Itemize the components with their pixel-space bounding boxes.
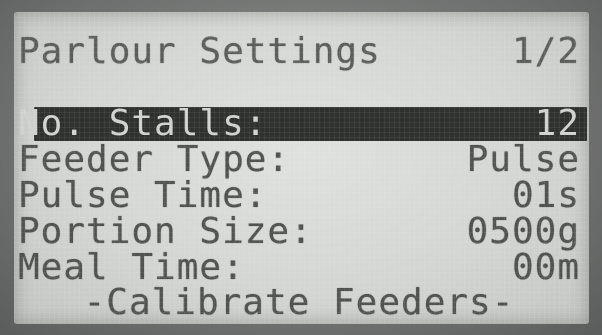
screen-title: Parlour Settings	[18, 31, 381, 72]
setting-row-pulse-time[interactable]: Pulse Time: 01s	[18, 177, 580, 215]
setting-label: Pulse Time:	[18, 175, 268, 216]
setting-value: 01s	[511, 175, 580, 216]
setting-label: Feeder Type:	[18, 139, 291, 180]
setting-value: Pulse	[466, 139, 580, 180]
setting-label: Portion Size:	[18, 211, 313, 252]
setting-row-no-stalls[interactable]: No. Stalls: 12	[18, 105, 580, 143]
setting-label: No. Stalls:	[18, 103, 268, 144]
setting-row-feeder-type[interactable]: Feeder Type: Pulse	[18, 141, 580, 179]
setting-value: 00m	[511, 247, 580, 288]
screen-header: Parlour Settings 1/2	[18, 33, 580, 71]
calibrate-feeders-label: -Calibrate Feeders-	[83, 282, 515, 323]
page-indicator: 1/2	[511, 31, 580, 72]
calibrate-feeders-action[interactable]: -Calibrate Feeders-	[18, 284, 580, 322]
setting-row-portion-size[interactable]: Portion Size: 0500g	[18, 213, 580, 251]
setting-value: 12	[534, 103, 580, 144]
setting-value: 0500g	[466, 211, 580, 252]
